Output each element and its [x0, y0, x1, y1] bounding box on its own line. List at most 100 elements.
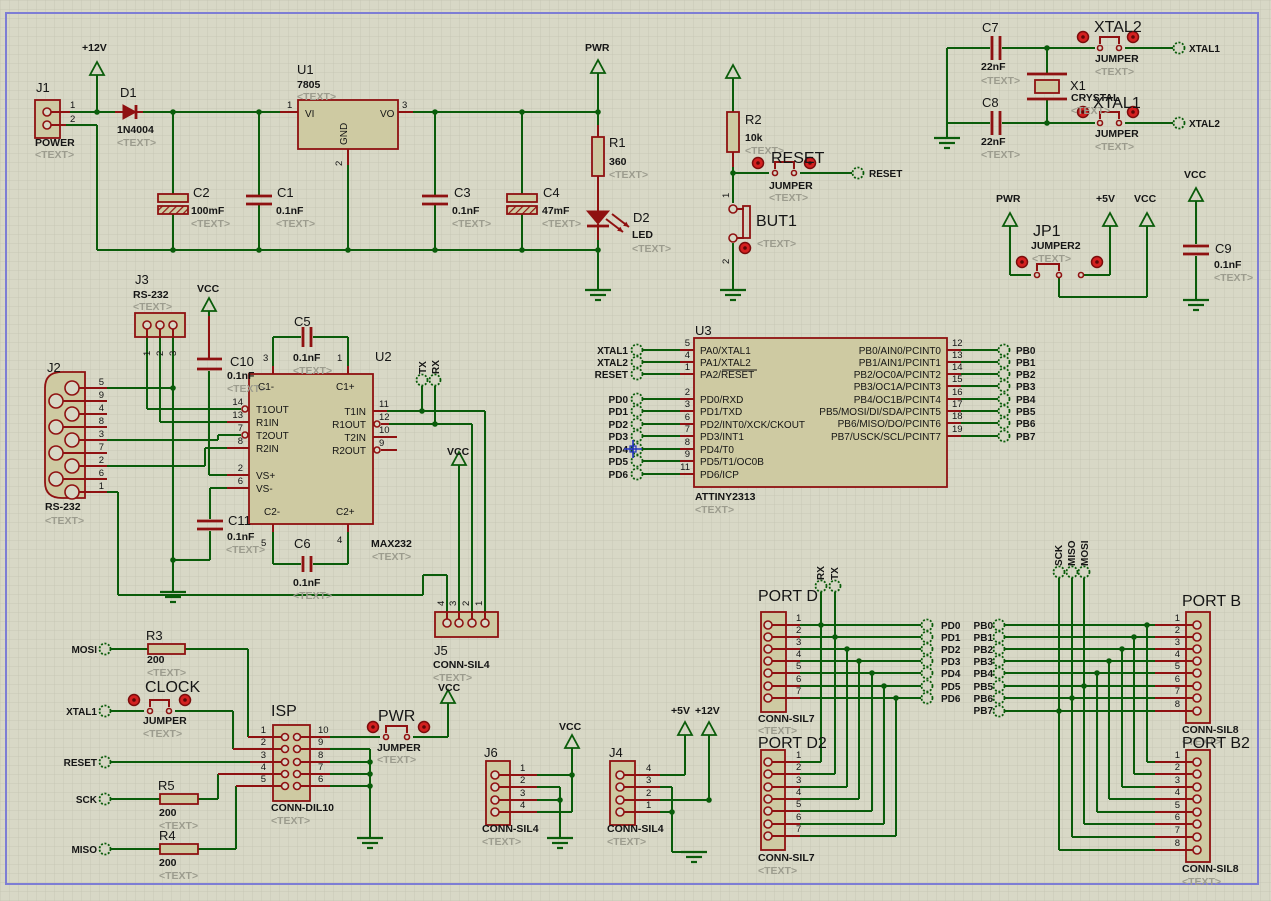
label-c2-[interactable]: C2- [264, 507, 280, 518]
capacitor-plate[interactable] [158, 194, 188, 202]
label-01nf[interactable]: 0.1nF [293, 577, 321, 589]
connector-pin[interactable] [49, 446, 63, 460]
label-pd2[interactable]: PD2 [609, 420, 629, 431]
connector-pin[interactable] [282, 783, 289, 790]
label-conn-sil7[interactable]: CONN-SIL7 [758, 852, 815, 864]
label-pb0[interactable]: PB0 [974, 621, 994, 632]
label-5[interactable]: 5 [796, 799, 801, 810]
label-r1in[interactable]: R1IN [256, 418, 279, 429]
connector-pin[interactable] [1057, 273, 1062, 278]
connector-pin[interactable] [43, 108, 51, 116]
label-pb5[interactable]: PB5 [1016, 407, 1036, 418]
connector-pin[interactable] [1193, 633, 1201, 641]
label-2[interactable]: 2 [155, 351, 166, 356]
label-8[interactable]: 8 [99, 416, 104, 427]
connector-pin[interactable] [294, 771, 301, 778]
label-pb1[interactable]: PB1 [974, 633, 994, 644]
connector-pin[interactable] [773, 171, 778, 176]
label-4[interactable]: 4 [1175, 787, 1180, 798]
connector-pin[interactable] [49, 394, 63, 408]
label-8[interactable]: 8 [685, 437, 690, 448]
label-jumper[interactable]: JUMPER [769, 180, 813, 192]
label-+12v[interactable]: +12V [82, 42, 107, 54]
connector-pin[interactable] [491, 796, 499, 804]
label-jumper[interactable]: JUMPER [377, 742, 421, 754]
label-pa2reset[interactable]: PA2/RESET [700, 370, 754, 381]
label-pd5[interactable]: PD5 [609, 457, 629, 468]
label-rs-232[interactable]: RS-232 [45, 501, 81, 513]
connector-pin[interactable] [616, 771, 624, 779]
label-pb0ain0pcint0[interactable]: PB0/AIN0/PCINT0 [859, 346, 942, 357]
connector-pin[interactable] [1193, 645, 1201, 653]
label-c7[interactable]: C7 [982, 20, 999, 35]
label-1[interactable]: 1 [796, 613, 801, 624]
label-3[interactable]: 3 [1175, 775, 1180, 786]
label-pb5mosidisdapcint5[interactable]: PB5/MOSI/DI/SDA/PCINT5 [819, 407, 941, 418]
label-9[interactable]: 9 [318, 737, 323, 748]
component-body[interactable] [160, 794, 198, 804]
label-r4[interactable]: R4 [159, 828, 176, 843]
label-miso[interactable]: MISO [1067, 540, 1078, 566]
connector-pin[interactable] [764, 770, 772, 778]
connector-pin[interactable] [1079, 273, 1084, 278]
label-5[interactable]: 5 [796, 661, 801, 672]
label-x1[interactable]: X1 [1070, 78, 1086, 93]
label-3[interactable]: 3 [646, 775, 651, 786]
label-vcc[interactable]: VCC [197, 283, 220, 295]
label-1[interactable]: 1 [337, 353, 342, 364]
label-pb7[interactable]: PB7 [1016, 432, 1036, 443]
label-9[interactable]: 9 [685, 449, 690, 460]
label-conn-sil8[interactable]: CONN-SIL8 [1182, 863, 1239, 875]
label-pd6[interactable]: PD6 [609, 470, 629, 481]
label-pb2[interactable]: PB2 [1016, 370, 1036, 381]
label-c2+[interactable]: C2+ [336, 507, 355, 518]
label-2[interactable]: 2 [1175, 625, 1180, 636]
label-2[interactable]: 2 [646, 788, 651, 799]
label-vo[interactable]: VO [380, 109, 395, 120]
label-pd3[interactable]: PD3 [609, 432, 629, 443]
label-5[interactable]: 5 [685, 338, 690, 349]
label-11[interactable]: 11 [379, 399, 389, 410]
label-attiny2313[interactable]: ATTINY2313 [695, 491, 756, 503]
label-6[interactable]: 6 [796, 812, 801, 823]
label-power[interactable]: POWER [35, 137, 75, 149]
capacitor-plate-polarized[interactable] [158, 206, 188, 214]
label-pb4[interactable]: PB4 [974, 669, 994, 680]
label-j1[interactable]: J1 [36, 80, 50, 95]
schematic-canvas[interactable]: +12VJ1POWER<TEXT>12D11N4004<TEXT>C2100mF… [0, 0, 1271, 901]
label-xtal1[interactable]: XTAL1 [597, 346, 628, 357]
label-r1[interactable]: R1 [609, 135, 626, 150]
label-16[interactable]: 16 [952, 387, 963, 398]
label-tx[interactable]: TX [418, 361, 429, 374]
label-portd2[interactable]: PORT D2 [758, 735, 827, 752]
label-pd2[interactable]: PD2 [941, 645, 961, 656]
label-3[interactable]: 3 [685, 399, 690, 410]
label-12[interactable]: 12 [952, 338, 963, 349]
label-jp1[interactable]: JP1 [1033, 223, 1061, 240]
connector-pin[interactable] [65, 459, 79, 473]
label-13[interactable]: 13 [952, 350, 963, 361]
connector-pin[interactable] [764, 807, 772, 815]
label-2[interactable]: 2 [685, 387, 690, 398]
label-2[interactable]: 2 [721, 259, 732, 264]
label-3[interactable]: 3 [1175, 637, 1180, 648]
label-4[interactable]: 4 [685, 350, 690, 361]
connector-pin[interactable] [764, 657, 772, 665]
connector-pin[interactable] [65, 407, 79, 421]
label-vcc[interactable]: VCC [447, 446, 470, 458]
label-pb3oc1apcint3[interactable]: PB3/OC1A/PCINT3 [854, 382, 942, 393]
label-6[interactable]: 6 [318, 774, 323, 785]
connector-pin[interactable] [764, 669, 772, 677]
label-2[interactable]: 2 [520, 775, 525, 786]
connector-pin[interactable] [43, 121, 51, 129]
label-c1+[interactable]: C1+ [336, 382, 355, 393]
component-body[interactable] [592, 137, 604, 176]
label-1[interactable]: 1 [685, 362, 690, 373]
label-xtal2[interactable]: XTAL2 [1189, 119, 1220, 130]
connector-pin[interactable] [49, 472, 63, 486]
label-jumper[interactable]: JUMPER [143, 715, 187, 727]
label-gnd[interactable]: GND [339, 123, 350, 145]
label-j5[interactable]: J5 [434, 643, 448, 658]
label-led[interactable]: LED [632, 229, 653, 241]
connector-pin[interactable] [169, 321, 177, 329]
